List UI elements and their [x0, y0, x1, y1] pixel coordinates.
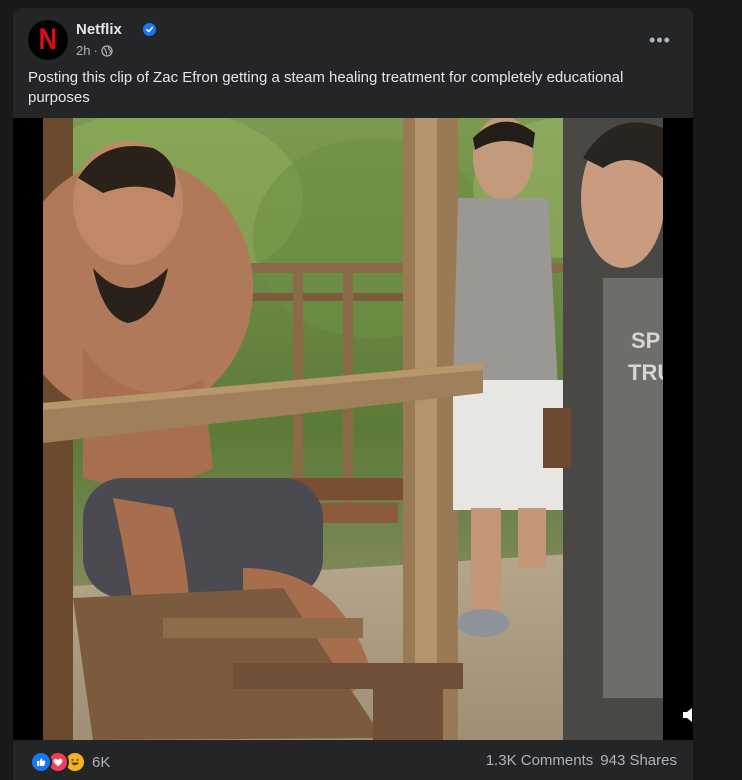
- page-name-link[interactable]: Netflix: [76, 21, 122, 38]
- video-frame: SP TRU: [43, 118, 663, 740]
- comments-count-link[interactable]: 1.3K Comments: [486, 752, 594, 769]
- more-options-icon[interactable]: •••: [642, 22, 678, 58]
- video-player[interactable]: SP TRU: [13, 118, 693, 740]
- globe-icon: [101, 44, 113, 57]
- post-header: N Netflix 2h · •••: [28, 20, 678, 60]
- verified-badge-icon: [143, 23, 156, 36]
- post-meta: 2h ·: [76, 43, 113, 58]
- post-time[interactable]: 2h: [76, 43, 90, 58]
- like-icon: [30, 751, 52, 773]
- post-card: N Netflix 2h · ••• Posting this clip of …: [13, 8, 693, 780]
- reaction-summary[interactable]: 6K: [30, 751, 110, 773]
- svg-text:TRU: TRU: [628, 360, 663, 385]
- engagement-stats: 1.3K Comments 943 Shares: [486, 752, 677, 769]
- page-avatar[interactable]: N: [28, 20, 68, 60]
- netflix-logo-icon: N: [38, 23, 58, 56]
- reaction-count[interactable]: 6K: [92, 754, 110, 771]
- meta-separator: ·: [93, 43, 98, 58]
- svg-text:SP: SP: [631, 328, 660, 353]
- post-caption: Posting this clip of Zac Efron getting a…: [28, 69, 624, 106]
- speaker-muted-icon[interactable]: [651, 706, 692, 728]
- post-footer: 6K 1.3K Comments 943 Shares: [13, 740, 693, 780]
- shares-count-link[interactable]: 943 Shares: [600, 752, 677, 769]
